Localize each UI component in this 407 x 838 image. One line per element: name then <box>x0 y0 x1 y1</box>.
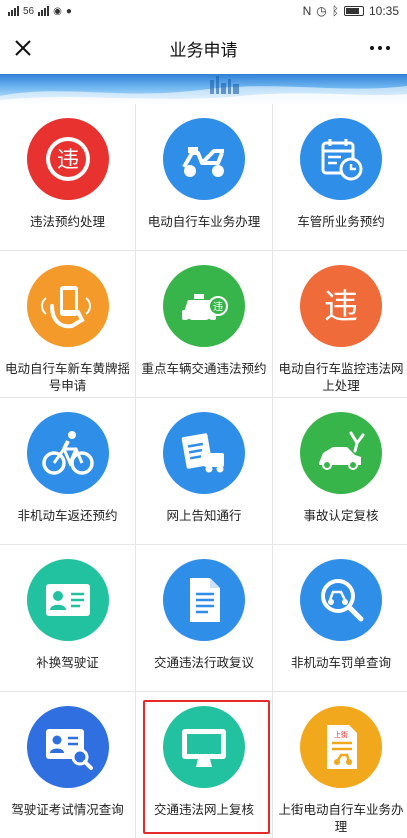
status-left: 56 ◉ ● <box>8 6 72 17</box>
doc-tag-glyph: 上街 <box>334 730 348 739</box>
service-label: 事故认定复核 <box>303 509 379 523</box>
service-label: 交通违法行政复议 <box>153 656 254 670</box>
service-item-license-replace[interactable]: 补换驾驶证 <box>0 545 135 691</box>
service-item-accident-review[interactable]: 事故认定复核 <box>273 398 407 544</box>
violation-glyph: 违 <box>56 148 78 173</box>
service-label: 违法预约处理 <box>29 215 105 229</box>
scooter-icon <box>163 118 245 200</box>
status-right: N ◷ ᛒ 10:35 <box>303 4 399 18</box>
signal-icon-2 <box>38 6 50 16</box>
network-label: 56 <box>23 5 35 17</box>
service-item-violation-online-review[interactable]: 交通违法网上复核 <box>136 692 272 838</box>
battery-icon <box>343 6 364 16</box>
service-label: 上街电动自行车业务办理 <box>278 803 404 834</box>
violation-char-icon: 违 <box>26 118 109 200</box>
calendar-clock-icon <box>300 118 382 200</box>
eye-icon: ◉ <box>53 5 62 17</box>
id-search-icon <box>26 706 109 788</box>
violation-char-icon: 违 <box>300 265 382 347</box>
service-item-ebike-monitor-violation[interactable]: 违 电动自行车监控违法网上处理 <box>273 251 407 397</box>
service-label: 网上告知通行 <box>166 509 242 523</box>
service-label: 重点车辆交通违法预约 <box>141 362 267 376</box>
service-label: 车管所业务预约 <box>297 215 385 229</box>
service-item-shangjie-ebike-business[interactable]: 上街 上街电动自行车业务办理 <box>273 692 407 838</box>
violation-glyph: 违 <box>324 287 358 327</box>
service-item-violation-appointment[interactable]: 违 违法预约处理 <box>0 104 135 250</box>
more-menu-icon[interactable] <box>367 36 393 60</box>
page-title: 业务申请 <box>169 40 238 60</box>
service-label: 非机动车返还预约 <box>17 509 118 523</box>
service-label: 补换驾驶证 <box>36 656 99 670</box>
doc-scooter-icon: 上街 <box>300 706 382 788</box>
service-item-ebike-lottery[interactable]: 电动自行车新车黄牌摇号申请 <box>0 251 135 397</box>
id-card-icon <box>26 559 109 641</box>
service-item-ebike-business[interactable]: 电动自行车业务办理 <box>136 104 272 250</box>
wechat-icon: ● <box>65 5 72 17</box>
accident-icon <box>300 412 382 494</box>
service-item-admin-reconsideration[interactable]: 交通违法行政复议 <box>136 545 272 691</box>
car-violation-icon: 违 <box>163 265 245 347</box>
service-item-key-vehicle-violation[interactable]: 违 重点车辆交通违法预约 <box>136 251 272 397</box>
service-item-dmv-appointment[interactable]: 车管所业务预约 <box>273 104 407 250</box>
service-label: 非机动车罚单查询 <box>290 656 391 670</box>
status-bar: 56 ◉ ● N ◷ ᛒ 10:35 <box>0 0 407 22</box>
nfc-icon: N <box>302 4 312 18</box>
close-icon[interactable] <box>10 35 36 61</box>
alarm-icon: ◷ <box>316 4 327 18</box>
service-item-nonmotor-fine-query[interactable]: 非机动车罚单查询 <box>273 545 407 691</box>
bluetooth-icon: ᛒ <box>331 4 339 18</box>
service-label: 交通违法网上复核 <box>153 803 254 817</box>
service-label: 电动自行车新车黄牌摇号申请 <box>5 362 131 393</box>
service-item-exam-query[interactable]: 驾驶证考试情况查询 <box>0 692 135 838</box>
header-banner <box>0 74 407 104</box>
service-grid: 违 违法预约处理 电动自行车业务办理 车管所业务预约 电动自行车新车黄牌摇号申请 <box>0 104 407 838</box>
status-time: 10:35 <box>368 4 399 18</box>
monitor-icon <box>163 706 245 788</box>
signal-icon <box>8 6 19 16</box>
service-item-online-notice-pass[interactable]: 网上告知通行 <box>136 398 272 544</box>
document-icon <box>163 559 245 641</box>
hand-phone-icon <box>26 265 109 347</box>
badge-glyph: 违 <box>213 301 223 313</box>
bicycle-icon <box>26 412 109 494</box>
nav-bar: 业务申请 <box>0 22 407 74</box>
service-label: 电动自行车监控违法网上处理 <box>278 362 404 393</box>
search-scooter-icon <box>300 559 382 641</box>
license-truck-icon <box>163 412 245 494</box>
service-label: 电动自行车业务办理 <box>147 215 261 229</box>
service-label: 驾驶证考试情况查询 <box>11 803 124 817</box>
service-item-nonmotor-return[interactable]: 非机动车返还预约 <box>0 398 135 544</box>
